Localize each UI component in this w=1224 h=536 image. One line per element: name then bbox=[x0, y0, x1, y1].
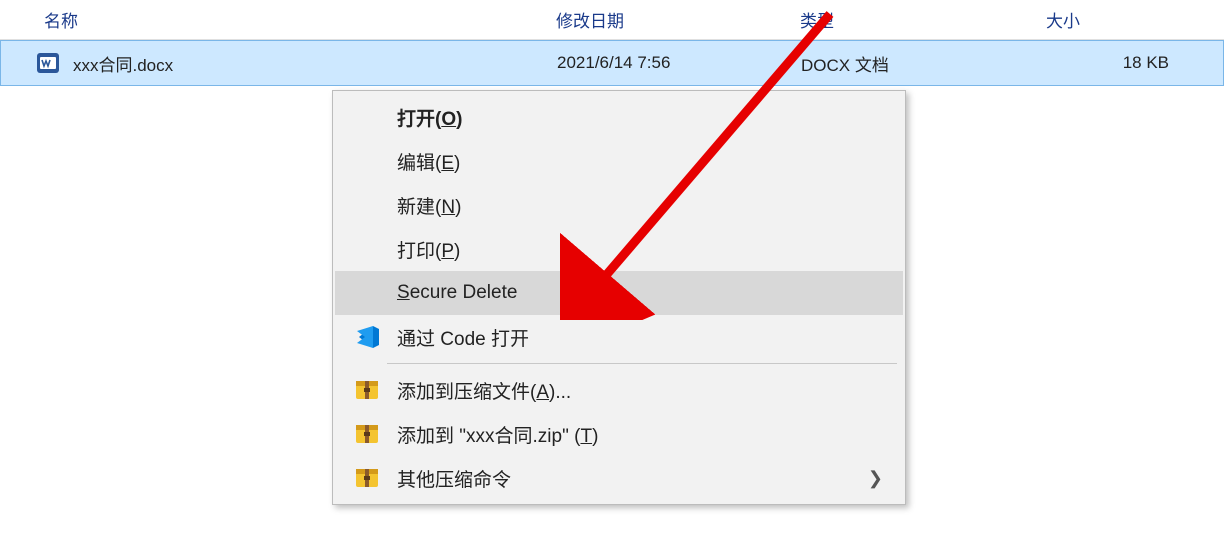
menu-item-add-to-archive-label: 添加到压缩文件(A)... bbox=[397, 377, 571, 404]
column-header-type[interactable]: 类型 bbox=[790, 7, 1036, 32]
menu-item-print[interactable]: 打印(P) bbox=[335, 227, 903, 271]
column-header-name-label: 名称 bbox=[44, 12, 78, 31]
menu-item-add-to-archive[interactable]: 添加到压缩文件(A)... bbox=[335, 368, 903, 412]
column-header-size-label: 大小 bbox=[1046, 12, 1080, 31]
menu-item-secure-delete[interactable]: Secure Delete bbox=[335, 271, 903, 315]
archive-icon bbox=[353, 464, 381, 492]
menu-item-new-label: 新建(N) bbox=[397, 192, 461, 219]
menu-item-open-with-code[interactable]: 通过 Code 打开 bbox=[335, 315, 903, 359]
file-name-label: xxx合同.docx bbox=[73, 51, 173, 76]
menu-separator bbox=[387, 363, 897, 364]
menu-item-edit[interactable]: 编辑(E) bbox=[335, 139, 903, 183]
menu-item-open[interactable]: 打开(O) bbox=[335, 95, 903, 139]
menu-item-add-to-zip-label: 添加到 "xxx合同.zip" (T) bbox=[397, 421, 598, 448]
column-header-type-label: 类型 bbox=[800, 12, 834, 31]
column-header-date-label: 修改日期 bbox=[556, 12, 624, 31]
file-row[interactable]: xxx合同.docx 2021/6/14 7:56 DOCX 文档 18 KB bbox=[0, 40, 1224, 86]
column-header-date[interactable]: 修改日期 bbox=[546, 7, 790, 32]
menu-item-new[interactable]: 新建(N) bbox=[335, 183, 903, 227]
vscode-icon bbox=[353, 323, 381, 351]
column-header-size[interactable]: 大小 bbox=[1036, 7, 1224, 32]
file-date-cell: 2021/6/14 7:56 bbox=[547, 53, 791, 73]
file-size-label: 18 KB bbox=[1123, 53, 1169, 72]
menu-item-open-with-code-label: 通过 Code 打开 bbox=[397, 324, 529, 351]
column-header-row: 名称 修改日期 类型 大小 bbox=[0, 0, 1224, 40]
menu-item-print-label: 打印(P) bbox=[397, 236, 460, 263]
column-header-name[interactable]: 名称 bbox=[0, 7, 546, 32]
archive-icon bbox=[353, 376, 381, 404]
file-size-cell: 18 KB bbox=[1037, 53, 1223, 73]
context-menu: 打开(O) 编辑(E) 新建(N) 打印(P) Secure Delete 通过… bbox=[332, 90, 906, 505]
archive-icon bbox=[353, 420, 381, 448]
menu-item-other-archive[interactable]: 其他压缩命令 ❯ bbox=[335, 456, 903, 500]
file-date-label: 2021/6/14 7:56 bbox=[557, 53, 670, 72]
menu-item-other-archive-label: 其他压缩命令 bbox=[397, 465, 511, 492]
menu-item-open-label: 打开(O) bbox=[397, 104, 462, 131]
file-type-label: DOCX 文档 bbox=[801, 56, 889, 75]
chevron-right-icon: ❯ bbox=[868, 468, 883, 489]
menu-item-secure-delete-label: Secure Delete bbox=[397, 282, 517, 304]
file-name-cell: xxx合同.docx bbox=[1, 51, 547, 76]
menu-item-edit-label: 编辑(E) bbox=[397, 148, 460, 175]
docx-icon bbox=[37, 51, 59, 75]
menu-item-add-to-zip[interactable]: 添加到 "xxx合同.zip" (T) bbox=[335, 412, 903, 456]
file-type-cell: DOCX 文档 bbox=[791, 51, 1037, 76]
